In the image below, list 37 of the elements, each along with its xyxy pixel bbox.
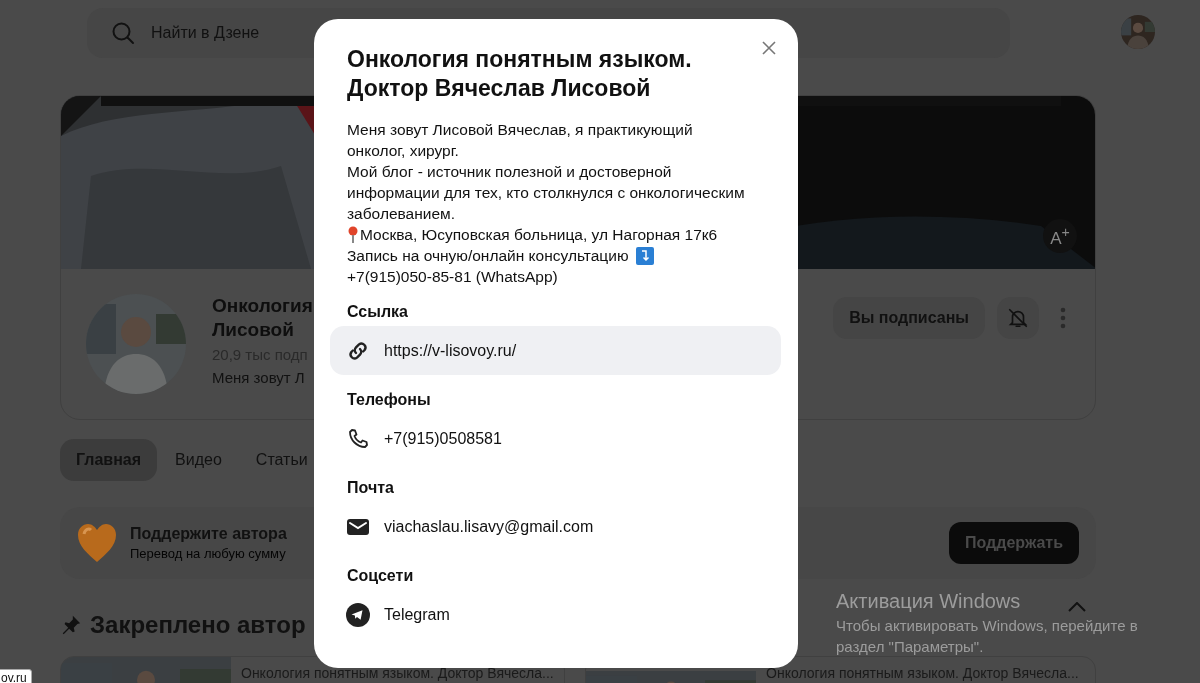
status-url: ov.ru xyxy=(0,669,32,683)
mail-row[interactable]: viachaslau.lisavy@gmail.com xyxy=(330,502,781,551)
bio-text: +7(915)050-85-81 (WhatsApp) xyxy=(347,267,558,287)
section-label: Соцсети xyxy=(347,567,415,585)
link-row[interactable]: https://v-lisovoy.ru/ xyxy=(330,326,781,375)
support-subtitle: Перевод на любую сумму xyxy=(130,546,287,561)
section-label: Ссылка xyxy=(347,303,409,321)
activation-title: Активация Windows xyxy=(836,590,1021,613)
tab[interactable]: Видео xyxy=(159,439,238,481)
dialog-title: Онкология понятным языком. Доктор Вячеслав Лисовой xyxy=(347,45,693,103)
section-label: Почта xyxy=(347,479,395,497)
channel-title: Лисовой xyxy=(212,318,295,342)
bio-text: Москва, Юсуповская больница, ул Нагорная 17к6 xyxy=(360,225,718,245)
bio-text: Мой блог - источник полезной и достоверной информации для тех, кто столкнулся с онкологическим заболеванием. xyxy=(347,162,746,224)
chevron-up-icon[interactable] xyxy=(1068,602,1086,612)
telegram-icon xyxy=(346,602,370,627)
bell-off-icon xyxy=(1007,307,1029,329)
notifications-button[interactable] xyxy=(997,297,1039,339)
arrow-down-icon xyxy=(635,246,654,265)
bio-text: Запись на очную/онлайн консультацию xyxy=(347,246,629,266)
more-icon[interactable] xyxy=(1060,307,1066,329)
tab[interactable]: Статьи xyxy=(239,439,324,481)
telegram-row[interactable]: Telegram xyxy=(330,590,781,639)
pin-icon xyxy=(60,614,82,636)
section-label: Телефоны xyxy=(347,391,432,409)
pin-marker-icon xyxy=(347,225,359,244)
phone-icon xyxy=(346,426,370,451)
channel-title: Онкология xyxy=(212,294,313,318)
phone-row[interactable]: +7(915)0508581 xyxy=(330,414,781,463)
support-button[interactable]: Поддержать xyxy=(949,522,1079,564)
channel-description: Меня зовут Л xyxy=(212,369,306,386)
section-heading: Закреплено автор xyxy=(90,611,306,639)
bio-text: Меня зовут Лисовой Вячеслав, я практикующий онколог, хирург. xyxy=(347,120,694,161)
close-icon[interactable] xyxy=(762,41,776,55)
heart-icon xyxy=(76,522,118,564)
search-icon xyxy=(111,21,135,45)
activation-text: Чтобы активировать Windows, перейдите в раздел "Параметры". xyxy=(836,616,1139,657)
